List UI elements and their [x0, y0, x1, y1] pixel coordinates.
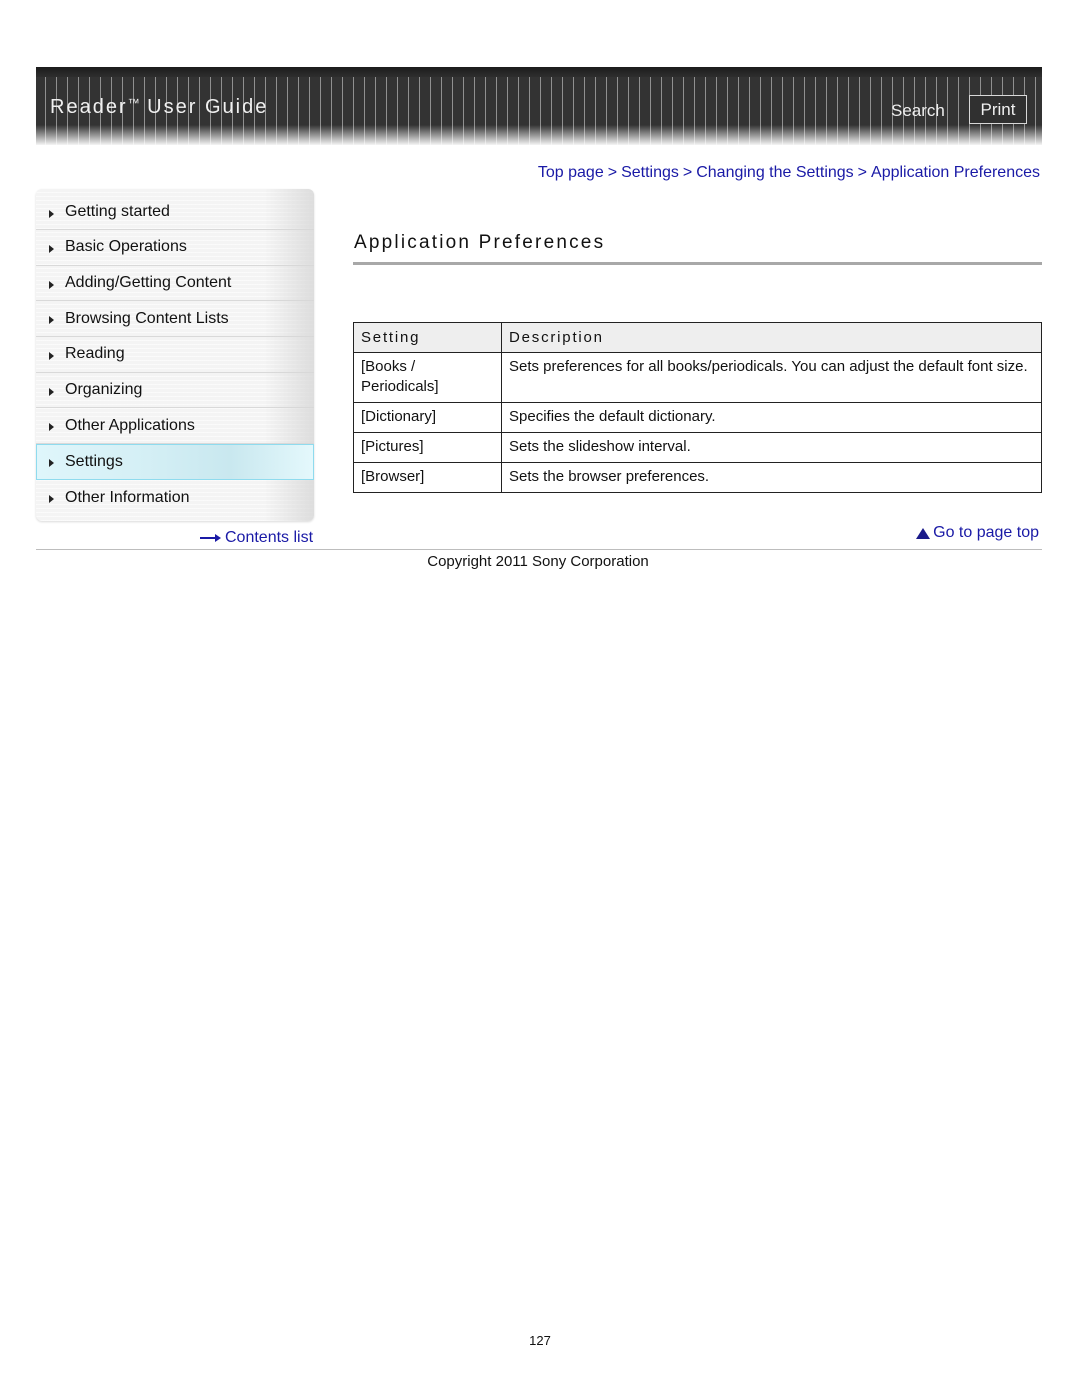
sidebar-item-browsing-content-lists[interactable]: Browsing Content Lists	[36, 301, 314, 338]
sidebar-item-label: Getting started	[65, 203, 170, 220]
triangle-right-icon	[49, 280, 54, 289]
breadcrumb-separator: >	[857, 164, 868, 181]
sidebar-item-label: Adding/Getting Content	[65, 274, 232, 292]
contents-list-link[interactable]: Contents list	[200, 529, 313, 547]
sidebar-item-other-applications[interactable]: Other Applications	[36, 408, 314, 445]
trademark-symbol: ™	[127, 96, 140, 110]
search-link[interactable]: Search	[891, 101, 945, 121]
setting-cell: [Pictures]	[353, 432, 502, 463]
triangle-right-icon	[49, 495, 54, 504]
sidebar-item-label: Basic Operations	[65, 238, 187, 256]
breadcrumb-top-page[interactable]: Top page	[538, 164, 604, 181]
sidebar-item-label: Settings	[65, 452, 123, 470]
sidebar-item-reading[interactable]: Reading	[36, 337, 314, 373]
sidebar-item-settings[interactable]: Settings	[36, 444, 314, 480]
breadcrumb-settings[interactable]: Settings	[621, 164, 679, 181]
triangle-up-icon	[916, 527, 931, 539]
setting-cell: [Dictionary]	[353, 402, 502, 433]
breadcrumb: Top page > Settings > Changing the Settings >…	[538, 164, 1040, 182]
arrow-right-icon	[200, 533, 222, 543]
triangle-right-icon	[49, 423, 54, 432]
table-header-row: Setting Description	[353, 322, 1042, 353]
breadcrumb-separator: >	[607, 164, 618, 181]
triangle-right-icon	[49, 351, 54, 360]
setting-cell: [Books / Periodicals]	[353, 352, 502, 403]
breadcrumb-separator: >	[682, 164, 693, 181]
footer-divider	[36, 549, 1042, 550]
sidebar-item-label: Other Information	[65, 488, 190, 506]
sidebar-item-other-information[interactable]: Other Information	[36, 480, 314, 516]
title-divider	[353, 262, 1042, 265]
contents-list-label: Contents list	[225, 529, 314, 546]
table-row: [Dictionary] Specifies the default dicti…	[353, 402, 1042, 433]
page-number: 127	[529, 1333, 551, 1348]
sidebar-item-label: Other Applications	[65, 416, 195, 434]
table-row: [Browser] Sets the browser preferences.	[353, 462, 1042, 493]
description-cell: Sets the browser preferences.	[501, 462, 1042, 493]
breadcrumb-changing-settings[interactable]: Changing the Settings	[696, 164, 853, 181]
title-reader: Reader	[50, 96, 128, 118]
table-row: [Books / Periodicals] Sets preferences f…	[353, 352, 1042, 403]
sidebar-item-getting-started[interactable]: Getting started	[36, 195, 314, 230]
description-cell: Sets preferences for all books/periodica…	[501, 352, 1042, 403]
column-header-setting: Setting	[353, 322, 502, 353]
go-to-page-top-label: Go to page top	[933, 524, 1039, 541]
triangle-right-icon	[49, 459, 54, 468]
page-title: Application Preferences	[354, 232, 606, 253]
setting-cell: [Browser]	[353, 462, 502, 493]
title-suffix: User Guide	[147, 96, 269, 118]
sidebar-item-adding-getting-content[interactable]: Adding/Getting Content	[36, 266, 314, 302]
breadcrumb-application-preferences[interactable]: Application Preferences	[871, 164, 1040, 181]
sidebar-item-organizing[interactable]: Organizing	[36, 373, 314, 409]
triangle-right-icon	[49, 387, 54, 396]
guide-title: Reader™ User Guide	[50, 96, 268, 119]
sidebar-item-label: Reading	[65, 345, 125, 363]
go-to-page-top-link[interactable]: Go to page top	[916, 524, 1039, 542]
column-header-description: Description	[501, 322, 1042, 353]
sidebar-item-label: Organizing	[65, 381, 143, 399]
sidebar-item-label: Browsing Content Lists	[65, 309, 229, 327]
description-cell: Sets the slideshow interval.	[501, 432, 1042, 463]
sidebar-item-basic-operations[interactable]: Basic Operations	[36, 230, 314, 266]
settings-table: Setting Description [Books / Periodicals…	[353, 322, 1042, 493]
table-row: [Pictures] Sets the slideshow interval.	[353, 432, 1042, 463]
copyright-text: Copyright 2011 Sony Corporation	[427, 553, 649, 570]
header-banner: Reader™ User Guide Search Print	[36, 67, 1042, 145]
triangle-right-icon	[49, 316, 54, 325]
triangle-right-icon	[49, 244, 54, 253]
print-button[interactable]: Print	[969, 95, 1027, 124]
sidebar-nav: Getting started Basic Operations Adding/…	[36, 189, 314, 521]
description-cell: Specifies the default dictionary.	[501, 402, 1042, 433]
triangle-right-icon	[49, 209, 54, 218]
